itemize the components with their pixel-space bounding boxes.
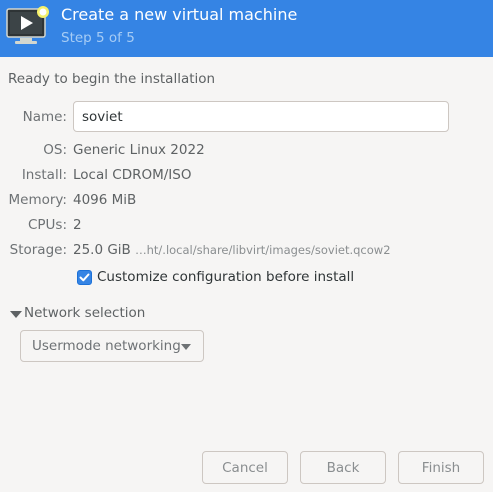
storage-label: Storage: [9,242,67,258]
finish-button[interactable]: Finish [398,451,484,484]
storage-size: 25.0 GiB [73,242,131,258]
customize-checkbox[interactable] [77,270,92,285]
cpus-value: 2 [73,217,82,233]
cancel-button[interactable]: Cancel [202,451,288,484]
chevron-down-icon [181,344,191,350]
install-label: Install: [21,167,67,183]
network-expander[interactable]: Network selection [24,305,145,321]
name-label: Name: [22,109,67,125]
os-label: OS: [43,142,67,158]
expander-arrow-icon[interactable] [10,311,22,318]
back-button[interactable]: Back [300,451,386,484]
install-value: Local CDROM/ISO [73,167,192,183]
memory-label: Memory: [8,192,67,208]
ready-text: Ready to begin the installation [8,71,216,87]
memory-value: 4096 MiB [73,192,137,208]
storage-value: 25.0 GiB …ht/.local/share/libvirt/images… [73,242,391,258]
network-select-value: Usermode networking [32,338,181,354]
wizard-header: Create a new virtual machine Step 5 of 5 [0,0,493,57]
vm-create-icon [6,6,49,44]
name-field[interactable] [73,101,449,132]
customize-label[interactable]: Customize configuration before install [97,269,354,285]
cpus-label: CPUs: [27,217,67,233]
os-value: Generic Linux 2022 [73,142,205,158]
wizard-title: Create a new virtual machine [61,5,298,24]
storage-path: …ht/.local/share/libvirt/images/soviet.q… [135,243,391,257]
checkmark-icon [79,273,90,282]
wizard-step: Step 5 of 5 [61,30,135,46]
network-select[interactable]: Usermode networking [20,330,204,362]
